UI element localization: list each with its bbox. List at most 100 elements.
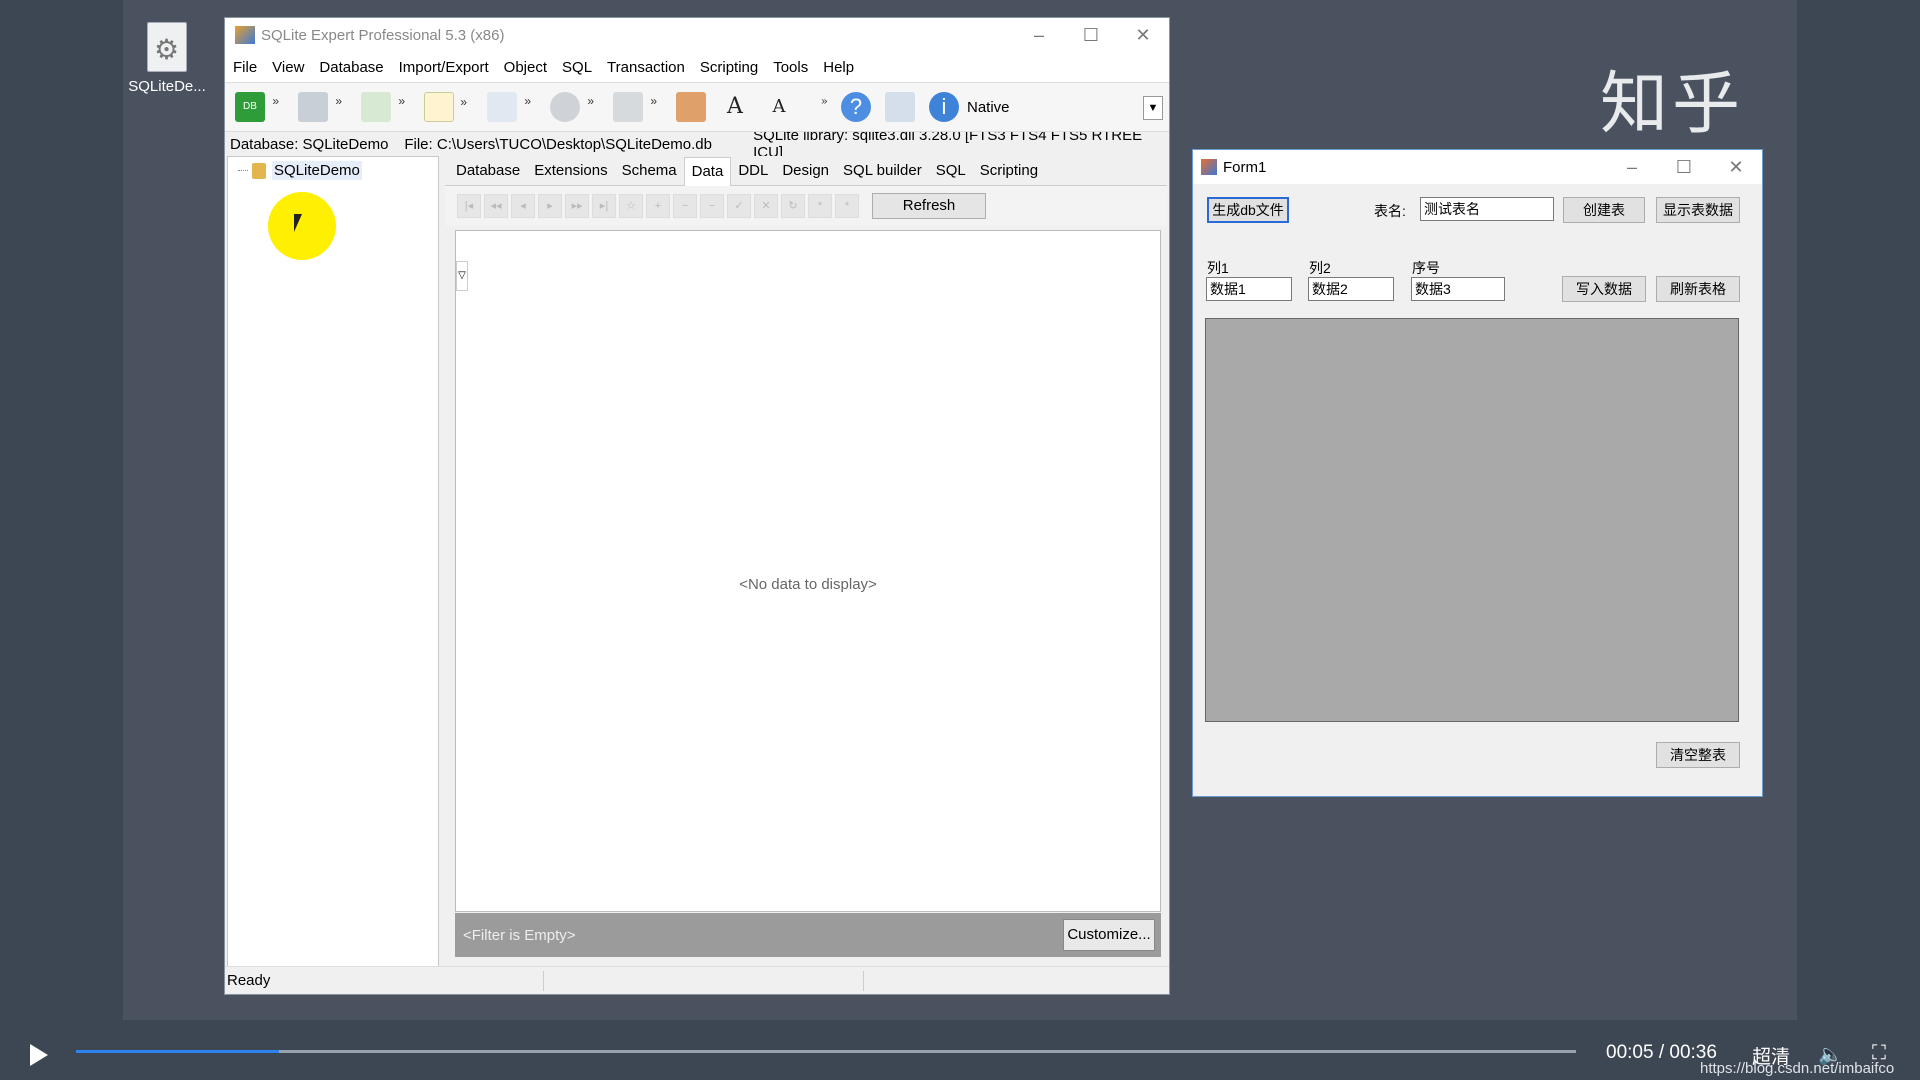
filter-clear-icon[interactable]: * — [835, 194, 859, 218]
menu-scripting[interactable]: Scripting — [700, 59, 758, 76]
filter-icon[interactable]: ▽ — [456, 261, 468, 291]
menu-transaction[interactable]: Transaction — [607, 59, 685, 76]
font-increase-icon[interactable]: A — [720, 92, 750, 122]
tab-schema[interactable]: Schema — [615, 162, 684, 185]
generate-db-button[interactable]: 生成db文件 — [1207, 197, 1289, 223]
chevron-down-icon[interactable]: ▼ — [1143, 96, 1163, 120]
menu-view[interactable]: View — [272, 59, 304, 76]
col1-label: 列1 — [1207, 260, 1229, 276]
progress-fill — [76, 1050, 279, 1053]
tree-node-sqlitedemo[interactable]: SQLiteDemo — [238, 161, 362, 180]
close-icon[interactable]: ✕ — [1710, 157, 1762, 178]
sqlite-titlebar[interactable]: SQLite Expert Professional 5.3 (x86) – ☐… — [225, 18, 1169, 52]
tab-design[interactable]: Design — [775, 162, 836, 185]
db-file-icon — [147, 22, 187, 72]
seq-label: 序号 — [1412, 260, 1440, 276]
col2-input[interactable]: 数据2 — [1308, 277, 1394, 301]
zhihu-watermark: 知乎 — [1600, 65, 1745, 144]
new-database-icon[interactable]: DB» — [235, 92, 279, 122]
show-table-data-button[interactable]: 显示表数据 — [1656, 197, 1740, 223]
remove-icon[interactable]: − — [700, 194, 724, 218]
sqlite-title: SQLite Expert Professional 5.3 (x86) — [261, 26, 505, 44]
minimize-icon[interactable]: – — [1013, 25, 1065, 46]
database-icon — [252, 162, 266, 179]
refresh-table-button[interactable]: 刷新表格 — [1656, 276, 1740, 302]
import-icon[interactable]: » — [361, 92, 405, 122]
desktop-icon-label: SQLiteDe... — [128, 78, 206, 95]
menu-file[interactable]: File — [233, 59, 257, 76]
prev-record-icon[interactable]: ◂ — [511, 194, 535, 218]
col2-label: 列2 — [1309, 260, 1331, 276]
tab-sql[interactable]: SQL — [929, 162, 973, 185]
tree-connector — [238, 170, 248, 171]
minimize-icon[interactable]: – — [1606, 157, 1658, 178]
database-info-bar: Database: SQLiteDemo File: C:\Users\TUCO… — [225, 127, 1169, 161]
chart-icon[interactable] — [676, 92, 706, 122]
next-page-icon[interactable]: ▸▸ — [565, 194, 589, 218]
create-table-button[interactable]: 创建表 — [1563, 197, 1645, 223]
font-decrease-icon[interactable]: A» — [764, 92, 829, 122]
tab-ddl[interactable]: DDL — [731, 162, 775, 185]
progress-bar[interactable] — [76, 1050, 1576, 1053]
menu-tools[interactable]: Tools — [773, 59, 808, 76]
tab-data[interactable]: Data — [683, 157, 732, 186]
close-icon[interactable]: ✕ — [1117, 25, 1169, 46]
form1-titlebar[interactable]: Form1 – ☐ ✕ — [1193, 150, 1762, 184]
database-name: Database: SQLiteDemo — [230, 135, 389, 153]
encoding-native-label[interactable]: Native — [967, 99, 1010, 116]
filter-bar: <Filter is Empty> Customize... — [455, 913, 1161, 957]
data-grid-view[interactable] — [1205, 318, 1739, 722]
col1-input[interactable]: 数据1 — [1206, 277, 1292, 301]
tab-extensions[interactable]: Extensions — [527, 162, 614, 185]
database-tree[interactable]: SQLiteDemo — [227, 156, 439, 967]
last-record-icon[interactable]: ▸| — [592, 194, 616, 218]
tree-node-label: SQLiteDemo — [272, 161, 362, 180]
tab-database[interactable]: Database — [449, 162, 527, 185]
tab-sql-builder[interactable]: SQL builder — [836, 162, 929, 185]
add-record-icon[interactable]: + — [646, 194, 670, 218]
play-icon[interactable] — [30, 1044, 48, 1066]
first-record-icon[interactable]: |◂ — [457, 194, 481, 218]
menu-sql[interactable]: SQL — [562, 59, 592, 76]
bookmark-icon[interactable]: ☆ — [619, 194, 643, 218]
menu-object[interactable]: Object — [504, 59, 547, 76]
form1-title: Form1 — [1223, 158, 1267, 176]
next-record-icon[interactable]: ▸ — [538, 194, 562, 218]
stop-icon[interactable]: » — [550, 92, 594, 122]
write-data-button[interactable]: 写入数据 — [1562, 276, 1646, 302]
tab-scripting[interactable]: Scripting — [973, 162, 1045, 185]
prev-page-icon[interactable]: ◂◂ — [484, 194, 508, 218]
seq-input[interactable]: 数据3 — [1411, 277, 1505, 301]
print-icon[interactable]: » — [613, 92, 657, 122]
data-grid[interactable]: ▽ <No data to display> — [455, 230, 1161, 912]
export-icon[interactable] — [885, 92, 915, 122]
customize-button[interactable]: Customize... — [1063, 919, 1155, 951]
table-name-input[interactable]: 测试表名 — [1420, 197, 1554, 221]
maximize-icon[interactable]: ☐ — [1658, 157, 1710, 178]
maximize-icon[interactable]: ☐ — [1065, 25, 1117, 46]
new-view-icon[interactable]: » — [487, 92, 531, 122]
menu-import-export[interactable]: Import/Export — [399, 59, 489, 76]
status-bar: Ready — [225, 966, 1169, 994]
info-icon[interactable]: i — [929, 92, 959, 122]
filter-add-icon[interactable]: * — [808, 194, 832, 218]
filter-status: <Filter is Empty> — [463, 926, 576, 944]
clear-table-button[interactable]: 清空整表 — [1656, 742, 1740, 768]
form1-window: Form1 – ☐ ✕ 生成db文件 表名: 测试表名 创建表 显示表数据 列1… — [1192, 149, 1763, 797]
menu-database[interactable]: Database — [319, 59, 383, 76]
cancel-edit-icon[interactable]: ✕ — [754, 194, 778, 218]
new-table-icon[interactable]: » — [424, 92, 467, 122]
refresh-small-icon[interactable]: ↻ — [781, 194, 805, 218]
blog-url-watermark: https://blog.csdn.net/imbaifco — [1700, 1060, 1895, 1077]
desktop-icon-sqlitedemo[interactable]: SQLiteDe... — [128, 22, 206, 95]
grid-empty-message: <No data to display> — [739, 576, 877, 593]
help-icon[interactable]: ? — [841, 92, 871, 122]
post-icon[interactable]: ✓ — [727, 194, 751, 218]
refresh-button[interactable]: Refresh — [872, 193, 986, 219]
delete-record-icon[interactable]: − — [673, 194, 697, 218]
save-database-icon[interactable]: » — [298, 92, 342, 122]
menu-bar: File View Database Import/Export Object … — [225, 52, 1169, 82]
sqlite-app-icon — [235, 26, 255, 44]
main-toolbar: DB» » » » » » » A A» ? i Native ▼ — [225, 82, 1169, 132]
menu-help[interactable]: Help — [823, 59, 854, 76]
